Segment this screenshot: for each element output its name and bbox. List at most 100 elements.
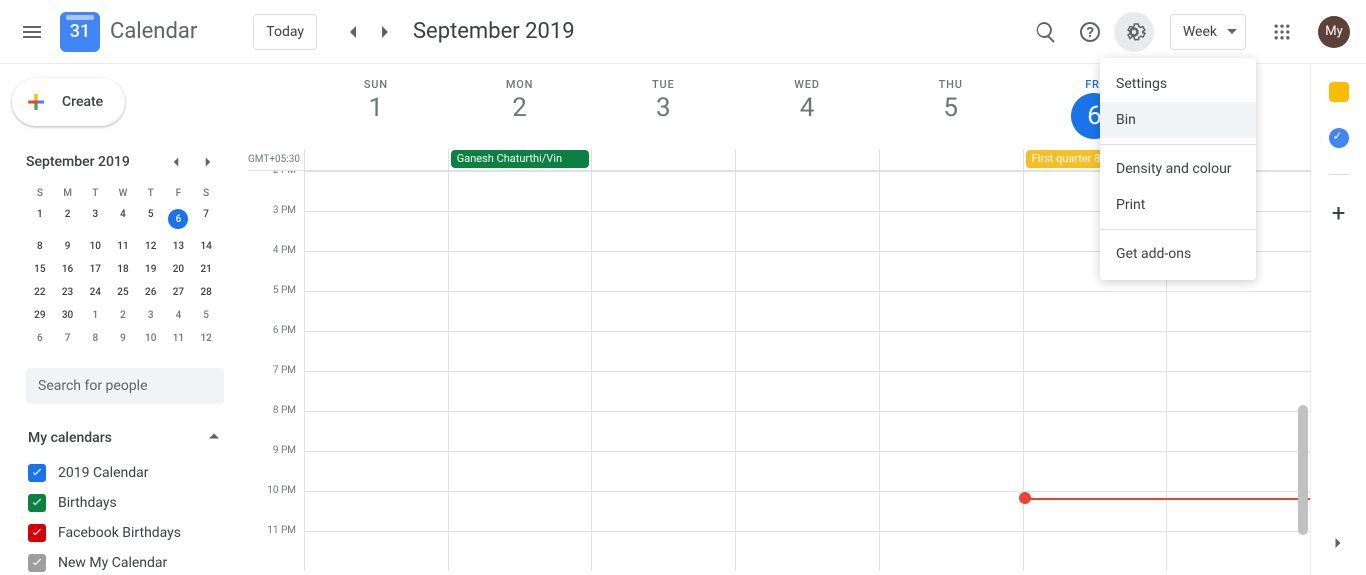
time-cell[interactable]: [591, 212, 735, 251]
time-cell[interactable]: [735, 492, 879, 531]
menu-item[interactable]: Density and colour: [1100, 151, 1256, 187]
account-avatar[interactable]: My: [1318, 16, 1350, 48]
mini-day[interactable]: 11: [165, 327, 193, 350]
time-cell[interactable]: [1166, 332, 1310, 371]
time-cell[interactable]: [304, 292, 448, 331]
mini-day[interactable]: 15: [26, 258, 54, 281]
mini-day[interactable]: 2: [54, 203, 82, 235]
mini-day[interactable]: 11: [109, 235, 137, 258]
mini-day[interactable]: 5: [192, 304, 220, 327]
time-cell[interactable]: [448, 212, 592, 251]
mini-day[interactable]: 7: [192, 203, 220, 235]
mini-day[interactable]: 2: [109, 304, 137, 327]
time-cell[interactable]: [448, 292, 592, 331]
time-cell[interactable]: [591, 452, 735, 491]
allday-cell[interactable]: [591, 149, 735, 170]
calendar-checkbox[interactable]: [28, 464, 46, 482]
scrollbar[interactable]: [1298, 405, 1308, 535]
time-cell[interactable]: [1166, 412, 1310, 451]
time-cell[interactable]: [879, 412, 1023, 451]
time-cell[interactable]: [879, 172, 1023, 211]
my-calendars-toggle[interactable]: My calendars: [8, 426, 234, 450]
next-week-button[interactable]: [369, 16, 401, 48]
mini-day[interactable]: 8: [81, 327, 109, 350]
day-header[interactable]: MON2: [448, 64, 592, 149]
mini-day[interactable]: 1: [81, 304, 109, 327]
time-cell[interactable]: [304, 172, 448, 211]
calendar-item[interactable]: Facebook Birthdays: [28, 518, 234, 548]
time-cell[interactable]: [591, 292, 735, 331]
time-cell[interactable]: [1023, 452, 1167, 491]
mini-day[interactable]: 9: [109, 327, 137, 350]
time-cell[interactable]: [735, 372, 879, 411]
mini-day[interactable]: 4: [109, 203, 137, 235]
time-cell[interactable]: [591, 412, 735, 451]
mini-day[interactable]: 27: [165, 281, 193, 304]
time-cell[interactable]: [735, 252, 879, 291]
time-cell[interactable]: [735, 412, 879, 451]
calendar-checkbox[interactable]: [28, 524, 46, 542]
mini-day[interactable]: 21: [192, 258, 220, 281]
search-button[interactable]: [1026, 12, 1066, 52]
time-cell[interactable]: [1166, 532, 1310, 571]
time-cell[interactable]: [735, 212, 879, 251]
time-cell[interactable]: [879, 452, 1023, 491]
mini-day[interactable]: 9: [54, 235, 82, 258]
time-cell[interactable]: [591, 172, 735, 211]
time-cell[interactable]: [879, 212, 1023, 251]
time-cell[interactable]: [1166, 372, 1310, 411]
time-cell[interactable]: [448, 452, 592, 491]
time-cell[interactable]: [304, 332, 448, 371]
keep-icon[interactable]: [1329, 82, 1349, 102]
time-cell[interactable]: [304, 372, 448, 411]
time-cell[interactable]: [448, 412, 592, 451]
tasks-icon[interactable]: [1329, 128, 1349, 148]
time-cell[interactable]: [304, 252, 448, 291]
mini-day[interactable]: 20: [165, 258, 193, 281]
time-cell[interactable]: [735, 332, 879, 371]
time-cell[interactable]: [879, 252, 1023, 291]
calendar-checkbox[interactable]: [28, 494, 46, 512]
mini-day[interactable]: 8: [26, 235, 54, 258]
mini-day[interactable]: 19: [137, 258, 165, 281]
mini-day[interactable]: 22: [26, 281, 54, 304]
time-cell[interactable]: [879, 372, 1023, 411]
mini-day[interactable]: 30: [54, 304, 82, 327]
time-cell[interactable]: [1023, 532, 1167, 571]
time-cell[interactable]: [879, 292, 1023, 331]
mini-day[interactable]: 29: [26, 304, 54, 327]
mini-day[interactable]: 26: [137, 281, 165, 304]
time-cell[interactable]: [591, 372, 735, 411]
settings-button[interactable]: [1114, 12, 1154, 52]
mini-day[interactable]: 13: [165, 235, 193, 258]
mini-day[interactable]: 3: [81, 203, 109, 235]
mini-day[interactable]: 12: [137, 235, 165, 258]
time-cell[interactable]: [1023, 292, 1167, 331]
time-cell[interactable]: [448, 372, 592, 411]
show-side-panel-button[interactable]: [1320, 525, 1356, 561]
google-apps-button[interactable]: [1262, 12, 1302, 52]
menu-item[interactable]: Print: [1100, 187, 1256, 223]
time-cell[interactable]: [1023, 412, 1167, 451]
mini-day[interactable]: 24: [81, 281, 109, 304]
mini-day[interactable]: 1: [26, 203, 54, 235]
allday-cell[interactable]: [879, 149, 1023, 170]
time-cell[interactable]: [591, 532, 735, 571]
mini-day[interactable]: 23: [54, 281, 82, 304]
day-header[interactable]: THU5: [879, 64, 1023, 149]
calendar-item[interactable]: 2019 Calendar: [28, 458, 234, 488]
search-people-input[interactable]: Search for people: [26, 368, 224, 404]
time-cell[interactable]: [304, 492, 448, 531]
menu-item[interactable]: Get add-ons: [1100, 236, 1256, 272]
mini-day[interactable]: 25: [109, 281, 137, 304]
mini-day[interactable]: 12: [192, 327, 220, 350]
time-cell[interactable]: [591, 332, 735, 371]
mini-day[interactable]: 28: [192, 281, 220, 304]
mini-day[interactable]: 10: [137, 327, 165, 350]
mini-day[interactable]: 3: [137, 304, 165, 327]
time-cell[interactable]: [1023, 332, 1167, 371]
time-cell[interactable]: [1166, 292, 1310, 331]
time-cell[interactable]: [304, 212, 448, 251]
time-cell[interactable]: [735, 532, 879, 571]
time-cell[interactable]: [591, 252, 735, 291]
